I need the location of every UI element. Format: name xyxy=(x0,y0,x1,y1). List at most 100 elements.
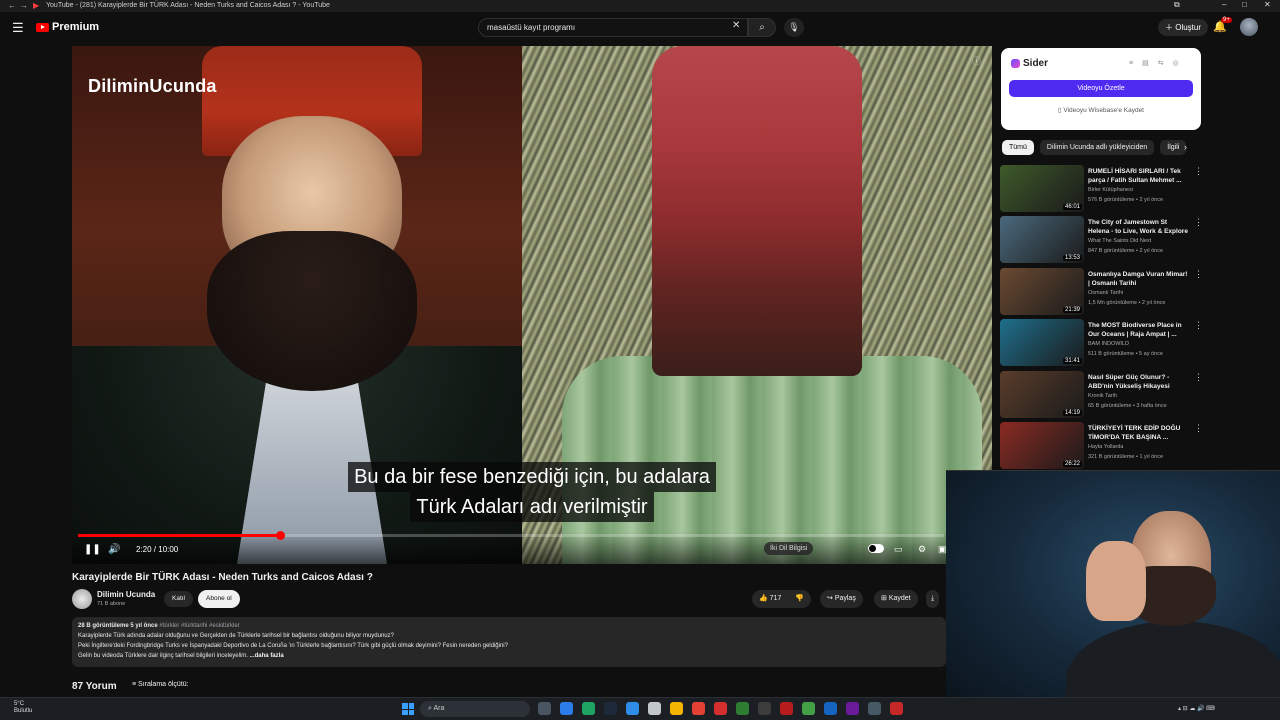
recommendation-channel[interactable]: What The Saints Did Next xyxy=(1088,238,1151,244)
task-view-icon[interactable] xyxy=(538,702,551,715)
more-options-icon[interactable]: ⋮ xyxy=(1194,217,1203,228)
app-icon-purple[interactable] xyxy=(846,702,859,715)
player-controls: ❚❚ 🔊 2:20 / 10:00 İki Dil Bilgisi ▭ ⚙ ▣ xyxy=(72,531,992,564)
download-button[interactable]: ⤓ xyxy=(926,590,940,608)
info-icon[interactable]: ⓘ xyxy=(972,54,981,67)
menu-icon[interactable]: ☰ xyxy=(12,20,24,36)
recommendation-channel[interactable]: Hayta Yollarda xyxy=(1088,444,1123,450)
dislike-button[interactable]: 👎 xyxy=(795,595,804,602)
recommendation-title[interactable]: Nasıl Süper Güç Olunur? - ABD'nin Yüksel… xyxy=(1088,373,1190,391)
recommendation-title[interactable]: TÜRKİYEYİ TERK EDİP DOĞU TİMOR'DA TEK BA… xyxy=(1088,424,1190,442)
voice-search-button[interactable]: 🎙 xyxy=(784,18,804,37)
subscribe-button[interactable]: Abone ol xyxy=(198,590,240,608)
more-options-icon[interactable]: ⋮ xyxy=(1194,269,1203,280)
obs-recording-icon[interactable] xyxy=(890,702,903,715)
recommendation-thumbnail[interactable]: 13:53 xyxy=(1000,216,1084,264)
channel-watermark: DiliminUcunda xyxy=(88,76,217,96)
app-icon-green[interactable] xyxy=(582,702,595,715)
dual-language-pill[interactable]: İki Dil Bilgisi xyxy=(764,542,814,555)
chevron-right-icon[interactable]: › xyxy=(1184,142,1187,152)
app-icon-gray[interactable] xyxy=(758,702,771,715)
recommendation-title[interactable]: RUMELİ HİSARI SIRLARI / Tek parça / Fati… xyxy=(1088,167,1190,185)
recommendation-duration: 46:01 xyxy=(1062,204,1082,210)
recommendation-channel[interactable]: Osmanlı Tarihi xyxy=(1088,290,1123,296)
recommendation-item[interactable]: 31:41 The MOST Biodiverse Place in Our Oc… xyxy=(1000,318,1206,369)
taskbar-search-input[interactable]: ⌕ Ara xyxy=(420,701,530,717)
weather-widget[interactable]: 5°C Bulutlu xyxy=(14,701,32,715)
chrome-icon[interactable] xyxy=(692,702,705,715)
recommendation-channel[interactable]: Birler Kütüphanesi xyxy=(1088,187,1133,193)
show-more-link[interactable]: ...daha fazla xyxy=(250,653,284,659)
summarize-video-button[interactable]: Videoyu Özetle xyxy=(1009,80,1193,97)
recommendation-item[interactable]: 26:22 TÜRKİYEYİ TERK EDİP DOĞU TİMOR'DA T… xyxy=(1000,421,1206,472)
channel-avatar[interactable] xyxy=(72,589,92,609)
app-icon-darkgreen[interactable] xyxy=(736,702,749,715)
recommendation-thumbnail[interactable]: 46:01 xyxy=(1000,165,1084,212)
video-player[interactable]: DiliminUcunda ⓘ Bu da bir fese benzediği… xyxy=(72,46,992,564)
app-icon-red[interactable] xyxy=(780,702,793,715)
progress-bar[interactable] xyxy=(78,531,944,540)
progress-scrubber[interactable] xyxy=(275,531,285,540)
recommendation-channel[interactable]: Kronik Tarih xyxy=(1088,393,1117,399)
more-options-icon[interactable]: ⋮ xyxy=(1194,372,1203,383)
share-button[interactable]: ↪ Paylaş xyxy=(820,590,863,608)
subtitles-icon[interactable]: ▭ xyxy=(894,544,903,555)
browser-back-icon[interactable]: ← xyxy=(8,1,16,10)
recommendation-item[interactable]: 46:01 RUMELİ HİSARI SIRLARI / Tek parça /… xyxy=(1000,164,1206,215)
settings-gear-icon[interactable]: ⚙ xyxy=(918,544,926,555)
extensions-icon[interactable]: ⧉ xyxy=(1174,0,1180,10)
join-button[interactable]: Katıl xyxy=(164,591,194,607)
chip-from-uploader[interactable]: Dilimin Ucunda adlı yükleyiciden xyxy=(1039,140,1155,155)
edge-browser-icon[interactable] xyxy=(560,702,573,715)
recommendation-thumbnail[interactable]: 21:39 xyxy=(1000,267,1084,315)
recommendation-item[interactable]: 21:39 Osmanlıya Damga Vuran Mimar! | Osma… xyxy=(1000,267,1206,318)
app-icon-blue[interactable] xyxy=(626,702,639,715)
windows-start-icon[interactable] xyxy=(402,703,414,715)
youtube-logo[interactable]: Premium xyxy=(36,21,99,33)
chip-all[interactable]: Tümü xyxy=(1002,140,1034,155)
file-explorer-icon[interactable] xyxy=(670,702,683,715)
close-window-icon[interactable]: ✕ xyxy=(1264,0,1271,9)
channel-subscribers: 71 B abone xyxy=(97,601,126,607)
save-button[interactable]: ⊞ Kaydet xyxy=(874,590,918,608)
description-box[interactable]: 28 B görüntüleme 5 yıl önce #türkler #tü… xyxy=(72,617,946,667)
recommendation-thumbnail[interactable]: 31:41 xyxy=(1000,319,1084,367)
recommendation-channel[interactable]: BAM INDOWILD xyxy=(1088,341,1129,347)
search-input[interactable]: masaüstü kayıt programı xyxy=(478,18,748,37)
like-button[interactable]: 👍 717 xyxy=(759,595,781,602)
clear-search-icon[interactable]: ✕ xyxy=(732,20,740,31)
app-icon-slate[interactable] xyxy=(868,702,881,715)
recommendation-thumbnail[interactable]: 14:19 xyxy=(1000,370,1084,418)
maximize-window-icon[interactable]: □ xyxy=(1242,0,1247,9)
search-button[interactable]: ⌕ xyxy=(748,18,776,37)
browser-forward-icon[interactable]: → xyxy=(20,1,28,10)
browser-tab-title[interactable]: YouTube - (281) Karayiplerde Bir TÜRK Ad… xyxy=(46,2,330,9)
notepad-icon[interactable] xyxy=(648,702,661,715)
recommendation-title[interactable]: The City of Jamestown St Helena - to Liv… xyxy=(1088,218,1190,236)
recommendation-item[interactable]: 14:19 Nasıl Süper Güç Olunur? - ABD'nin Y… xyxy=(1000,370,1206,421)
save-to-wisebase-button[interactable]: ▯ Videoyu Wisebase'e Kaydet xyxy=(1009,106,1193,114)
description-tags[interactable]: #türkler #türktarihi #eskitürkler xyxy=(159,623,239,629)
more-options-icon[interactable]: ⋮ xyxy=(1194,423,1203,434)
sort-comments-button[interactable]: ≡ Sıralama ölçütü: xyxy=(132,681,189,688)
youtube-app-icon[interactable] xyxy=(714,702,727,715)
account-avatar[interactable] xyxy=(1240,18,1258,36)
chip-related[interactable]: İlgili xyxy=(1160,140,1187,155)
autoplay-toggle[interactable] xyxy=(868,544,884,553)
system-tray-icons[interactable]: ▴ ⊟ ☁ 🔊 ⌨ xyxy=(1178,705,1215,712)
more-options-icon[interactable]: ⋮ xyxy=(1194,166,1203,177)
minimize-window-icon[interactable]: – xyxy=(1222,0,1226,9)
steam-icon[interactable] xyxy=(604,702,617,715)
recommendation-title[interactable]: Osmanlıya Damga Vuran Mimar! | Osmanlı T… xyxy=(1088,270,1190,288)
app-icon-navy[interactable] xyxy=(824,702,837,715)
recommendation-title[interactable]: The MOST Biodiverse Place in Our Oceans … xyxy=(1088,321,1190,339)
create-button[interactable]: ＋ Oluştur xyxy=(1158,19,1209,36)
volume-icon[interactable]: 🔊 xyxy=(108,544,120,555)
more-options-icon[interactable]: ⋮ xyxy=(1194,320,1203,331)
pause-icon[interactable]: ❚❚ xyxy=(84,544,101,555)
app-icon-lightgreen[interactable] xyxy=(802,702,815,715)
channel-name[interactable]: Dilimin Ucunda xyxy=(97,590,155,599)
recommendation-item[interactable]: 13:53 The City of Jamestown St Helena - t… xyxy=(1000,215,1206,266)
recommendation-thumbnail[interactable]: 26:22 xyxy=(1000,421,1084,469)
sider-tool-icons[interactable]: ≡▤⇆◎ xyxy=(1129,59,1188,67)
